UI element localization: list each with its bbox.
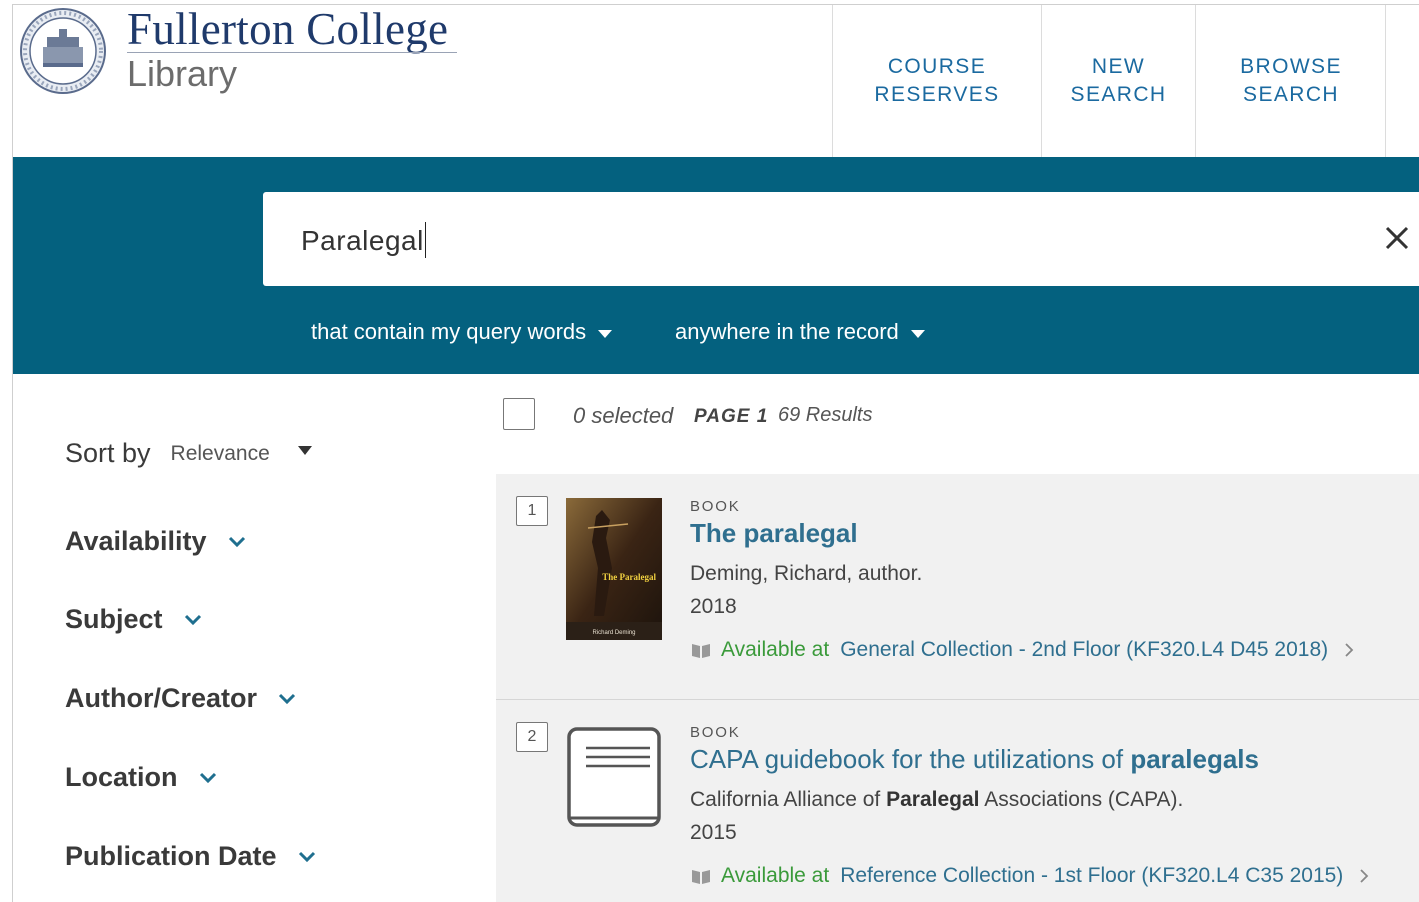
select-all-checkbox[interactable]	[503, 398, 535, 430]
logo-subtitle[interactable]: Library	[127, 53, 237, 95]
result-item[interactable]: 2 BOOK CAPA guidebook for the utilizatio…	[496, 700, 1419, 902]
site-header: Fullerton College Library COURSE RESERVES…	[13, 5, 1419, 157]
caret-down-icon[interactable]	[297, 446, 312, 455]
logo-title[interactable]: Fullerton College	[127, 5, 448, 55]
author-text: California Alliance of	[690, 788, 887, 811]
facet-label: Publication Date	[65, 841, 277, 871]
cover-title-text: The Paralegal	[602, 572, 656, 582]
page-indicator: PAGE 1	[694, 406, 769, 427]
chevron-down-icon	[298, 851, 315, 862]
availability-line[interactable]: Available at General Collection - 2nd Fl…	[690, 638, 1354, 662]
result-year: 2018	[690, 595, 737, 618]
facet-label: Subject	[65, 604, 163, 634]
text-caret	[424, 222, 426, 258]
result-type: BOOK	[690, 724, 741, 741]
selected-count: 0 selected	[573, 403, 674, 428]
availability-status: Available at	[721, 638, 830, 661]
result-item[interactable]: 1 The Paralegal Richard Deming BOOK The …	[496, 474, 1419, 699]
caret-down-icon	[910, 329, 925, 338]
results-count: 69 Results	[778, 404, 873, 426]
facet-label: Author/Creator	[65, 683, 258, 713]
author-highlight: Paralegal	[886, 788, 980, 811]
chevron-right-icon[interactable]	[1359, 868, 1369, 884]
search-query: Paralegal	[301, 225, 424, 256]
nav-label-line2: RESERVES	[874, 83, 1000, 106]
result-title[interactable]: The paralegal	[690, 518, 858, 549]
nav-label-line1: COURSE	[887, 55, 987, 78]
query-match-dropdown[interactable]: that contain my query words	[311, 319, 613, 345]
facet-publication-date[interactable]: Publication Date	[65, 841, 317, 872]
book-cover-thumbnail[interactable]: The Paralegal Richard Deming	[566, 498, 662, 640]
book-placeholder-icon[interactable]	[566, 726, 662, 834]
caret-down-icon	[598, 329, 613, 338]
result-number: 2	[516, 722, 548, 752]
sort-value[interactable]: Relevance	[171, 442, 270, 466]
facet-availability[interactable]: Availability	[65, 526, 247, 557]
open-book-icon	[692, 644, 710, 658]
app-frame: Fullerton College Library COURSE RESERVES…	[12, 4, 1419, 902]
facet-label: Availability	[65, 526, 207, 556]
nav-course-reserves[interactable]: COURSE RESERVES	[832, 5, 1041, 157]
author-text: Associations (CAPA).	[979, 788, 1184, 811]
chevron-down-icon	[199, 772, 216, 783]
availability-line[interactable]: Available at Reference Collection - 1st …	[690, 864, 1369, 888]
sort-label: Sort by	[65, 438, 151, 468]
nav-browse-search[interactable]: BROWSE SEARCH	[1195, 5, 1386, 157]
result-title-text[interactable]: The paralegal	[690, 518, 858, 548]
cover-author-text: Richard Deming	[592, 630, 635, 636]
result-title-highlight[interactable]: paralegals	[1130, 744, 1259, 774]
result-author: Deming, Richard, author.	[690, 562, 923, 585]
chevron-right-icon[interactable]	[1344, 642, 1354, 658]
search-input[interactable]: Paralegal	[263, 192, 1419, 286]
college-seal-icon[interactable]	[17, 7, 109, 95]
availability-status: Available at	[721, 864, 830, 887]
facet-author-creator[interactable]: Author/Creator	[65, 683, 297, 714]
search-field-dropdown[interactable]: anywhere in the record	[675, 319, 925, 345]
result-author: California Alliance of Paralegal Associa…	[690, 788, 1183, 812]
facet-label: Location	[65, 762, 178, 792]
nav-label-line2: SEARCH	[1070, 83, 1167, 106]
result-title-text[interactable]: CAPA guidebook for the utilizations of	[690, 744, 1130, 774]
search-field-label: anywhere in the record	[675, 319, 899, 344]
result-title[interactable]: CAPA guidebook for the utilizations of p…	[690, 744, 1259, 775]
chevron-down-icon	[278, 693, 296, 704]
nav-new-search[interactable]: NEW SEARCH	[1041, 5, 1195, 157]
query-match-label: that contain my query words	[311, 319, 587, 344]
facet-location[interactable]: Location	[65, 762, 218, 793]
sort-control[interactable]: Sort by Relevance	[65, 438, 312, 469]
availability-location[interactable]: General Collection - 2nd Floor (KF320.L4…	[840, 638, 1328, 662]
facet-subject[interactable]: Subject	[65, 604, 203, 635]
open-book-icon	[692, 870, 710, 884]
nav-label-line2: SEARCH	[1243, 83, 1339, 106]
result-year: 2015	[690, 821, 737, 844]
result-type: BOOK	[690, 498, 741, 515]
result-number: 1	[516, 496, 548, 526]
nav-divider	[1385, 5, 1419, 157]
close-icon[interactable]	[1379, 220, 1415, 256]
search-band: Paralegal that contain my query words an…	[13, 157, 1419, 374]
nav-label-line1: NEW	[1091, 55, 1146, 78]
nav-label-line1: BROWSE	[1240, 55, 1342, 78]
chevron-down-icon	[184, 614, 201, 625]
availability-location[interactable]: Reference Collection - 1st Floor (KF320.…	[840, 864, 1343, 888]
chevron-down-icon	[228, 536, 245, 547]
